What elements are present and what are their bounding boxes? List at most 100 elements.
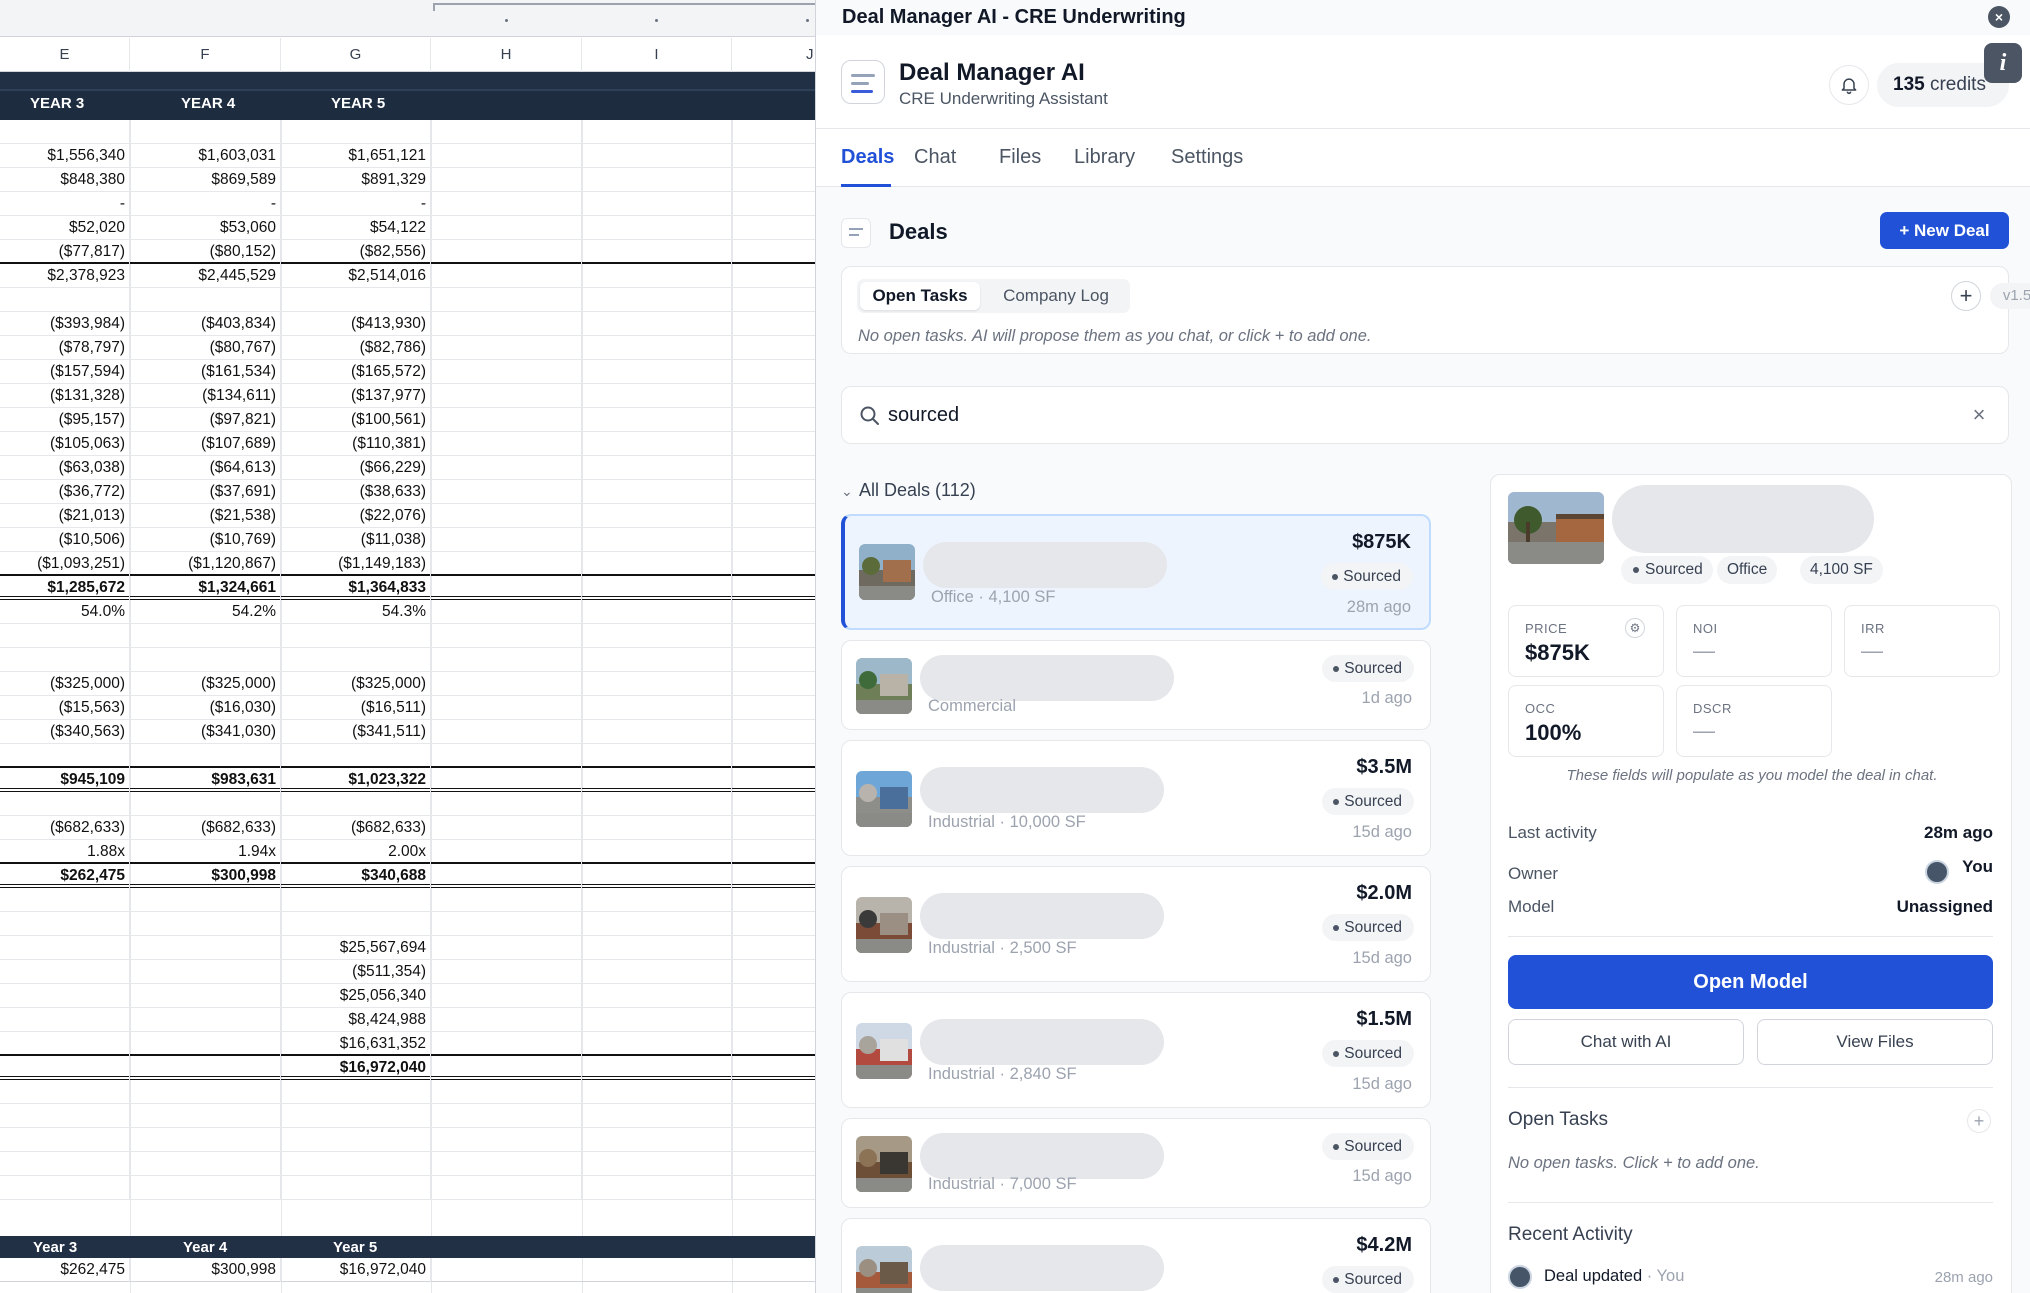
table-cell[interactable]	[732, 936, 815, 960]
table-cell[interactable]	[431, 480, 582, 504]
table-cell[interactable]	[431, 312, 582, 336]
chat-with-ai-button[interactable]: Chat with AI	[1508, 1019, 1744, 1065]
table-cell[interactable]	[582, 504, 732, 528]
table-cell[interactable]	[582, 576, 732, 600]
table-cell[interactable]	[582, 840, 732, 864]
table-cell[interactable]	[582, 1176, 732, 1200]
table-cell[interactable]: 54.2%	[130, 600, 281, 624]
table-cell[interactable]	[732, 816, 815, 840]
table-cell[interactable]	[732, 648, 815, 672]
table-cell[interactable]	[582, 168, 732, 192]
table-cell[interactable]: ($682,633)	[130, 816, 281, 840]
table-cell[interactable]	[582, 1032, 732, 1056]
table-cell[interactable]: 54.0%	[0, 600, 130, 624]
table-cell[interactable]	[431, 912, 582, 936]
table-cell[interactable]: ($78,797)	[0, 336, 130, 360]
table-cell[interactable]	[732, 1080, 815, 1104]
table-cell[interactable]	[130, 1104, 281, 1128]
table-cell[interactable]: ($134,611)	[130, 384, 281, 408]
table-cell[interactable]: ($95,157)	[0, 408, 130, 432]
table-cell[interactable]	[431, 360, 582, 384]
column-header-g[interactable]: G	[281, 38, 431, 72]
table-cell[interactable]: $891,329	[281, 168, 431, 192]
table-cell[interactable]: ($393,984)	[0, 312, 130, 336]
table-cell[interactable]	[281, 120, 431, 144]
table-cell[interactable]: $2,514,016	[281, 264, 431, 288]
table-cell[interactable]	[281, 1128, 431, 1152]
table-cell[interactable]	[281, 288, 431, 312]
table-cell[interactable]	[130, 936, 281, 960]
column-header-e[interactable]: E	[0, 38, 130, 72]
table-cell[interactable]	[732, 1152, 815, 1176]
table-cell[interactable]: ($682,633)	[0, 816, 130, 840]
table-cell[interactable]	[582, 384, 732, 408]
deal-card[interactable]: Industrial · 2,840 SF $1.5M Sourced 15d ago	[841, 992, 1431, 1108]
table-cell[interactable]: $16,972,040	[281, 1056, 431, 1080]
table-cell[interactable]	[281, 1152, 431, 1176]
company-log-tab[interactable]: Company Log	[990, 282, 1122, 310]
table-cell[interactable]: ($511,354)	[281, 960, 431, 984]
table-cell[interactable]	[130, 648, 281, 672]
table-cell[interactable]	[431, 1128, 582, 1152]
table-cell[interactable]: $869,589	[130, 168, 281, 192]
table-cell[interactable]: $1,324,661	[130, 576, 281, 600]
table-cell[interactable]: ($165,572)	[281, 360, 431, 384]
close-icon[interactable]: ×	[1988, 6, 2010, 28]
table-cell[interactable]: ($161,534)	[130, 360, 281, 384]
column-header-j[interactable]: J	[732, 38, 815, 72]
table-cell[interactable]	[431, 408, 582, 432]
deal-card[interactable]: Industrial · 2,500 SF $2.0M Sourced 15d ago	[841, 866, 1431, 982]
table-cell[interactable]	[732, 1008, 815, 1032]
table-cell[interactable]	[431, 1152, 582, 1176]
table-cell[interactable]: ($325,000)	[281, 672, 431, 696]
table-cell[interactable]: 2.00x	[281, 840, 431, 864]
table-cell[interactable]	[732, 912, 815, 936]
table-cell[interactable]	[582, 1152, 732, 1176]
table-cell[interactable]	[582, 432, 732, 456]
table-cell[interactable]	[732, 192, 815, 216]
table-cell[interactable]	[431, 792, 582, 816]
table-cell[interactable]: ($403,834)	[130, 312, 281, 336]
table-cell[interactable]: ($36,772)	[0, 480, 130, 504]
table-cell[interactable]: ($107,689)	[130, 432, 281, 456]
table-cell[interactable]	[0, 1176, 130, 1200]
table-cell[interactable]: ($22,076)	[281, 504, 431, 528]
open-model-button[interactable]: Open Model	[1508, 955, 1993, 1009]
all-deals-toggle[interactable]: ⌄ All Deals (112)	[841, 480, 976, 501]
table-cell[interactable]	[582, 912, 732, 936]
table-cell[interactable]	[582, 1008, 732, 1032]
table-cell[interactable]: ($157,594)	[0, 360, 130, 384]
table-cell[interactable]	[732, 336, 815, 360]
table-cell[interactable]: ($11,038)	[281, 528, 431, 552]
table-cell[interactable]	[582, 816, 732, 840]
table-cell[interactable]	[130, 1152, 281, 1176]
table-cell[interactable]	[732, 1032, 815, 1056]
table-cell[interactable]	[281, 1104, 431, 1128]
table-cell[interactable]	[732, 1128, 815, 1152]
table-cell[interactable]	[582, 624, 732, 648]
table-cell[interactable]: $8,424,988	[281, 1008, 431, 1032]
table-cell[interactable]	[130, 744, 281, 768]
table-cell[interactable]	[732, 984, 815, 1008]
table-cell[interactable]	[732, 624, 815, 648]
table-cell[interactable]	[281, 792, 431, 816]
table-cell[interactable]	[732, 600, 815, 624]
deal-card[interactable]: Industrial · 10,000 SF $3.5M Sourced 15d ag…	[841, 740, 1431, 856]
deal-card[interactable]: $4.2M Sourced	[841, 1218, 1431, 1293]
table-cell[interactable]: $54,122	[281, 216, 431, 240]
summary-cell[interactable]: $262,475	[0, 1258, 130, 1282]
table-cell[interactable]	[431, 144, 582, 168]
table-cell[interactable]: $16,631,352	[281, 1032, 431, 1056]
table-cell[interactable]	[0, 912, 130, 936]
table-cell[interactable]: ($105,063)	[0, 432, 130, 456]
price-metric[interactable]: PRICE $875K ⚙	[1508, 605, 1664, 677]
table-cell[interactable]	[0, 1032, 130, 1056]
deal-card[interactable]: Office · 4,100 SF $875K Sourced 28m ago	[841, 514, 1431, 630]
table-cell[interactable]	[582, 192, 732, 216]
table-cell[interactable]	[732, 1104, 815, 1128]
table-cell[interactable]: $25,056,340	[281, 984, 431, 1008]
table-cell[interactable]: ($21,538)	[130, 504, 281, 528]
table-cell[interactable]	[130, 960, 281, 984]
table-cell[interactable]: ($110,381)	[281, 432, 431, 456]
table-cell[interactable]	[582, 600, 732, 624]
